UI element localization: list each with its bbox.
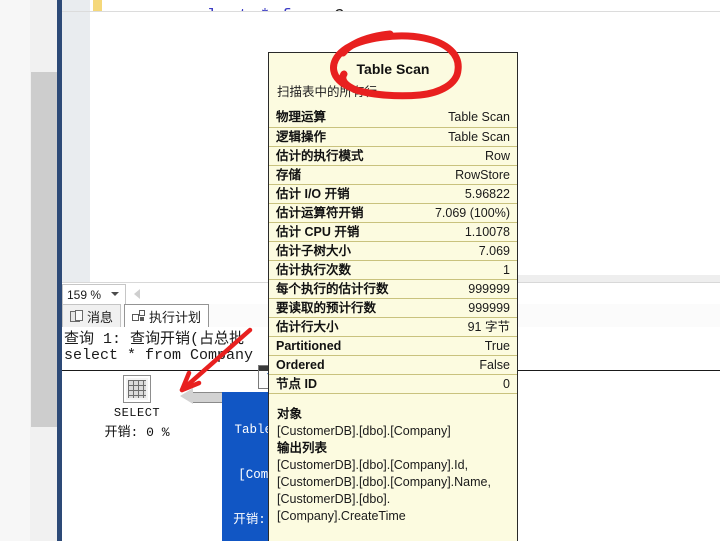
tooltip-row-key: 每个执行的估计行数 bbox=[269, 279, 393, 299]
tooltip-row: Partitioned True bbox=[269, 336, 517, 356]
tooltip-row: Ordered False bbox=[269, 355, 517, 375]
tab-execution-plan-label: 执行计划 bbox=[149, 309, 202, 325]
tooltip-object-label: 对象 bbox=[277, 406, 303, 421]
tooltip-row: 物理运算 Table Scan bbox=[269, 108, 517, 128]
tooltip-object-value: [CustomerDB].[dbo].[Company] bbox=[277, 423, 451, 438]
zoom-level-dropdown[interactable]: 159 % bbox=[62, 284, 126, 305]
tooltip-row-value: True bbox=[393, 336, 517, 356]
tooltip-row-key: Partitioned bbox=[269, 336, 393, 356]
editor-bottom-hairline bbox=[62, 11, 720, 12]
tooltip-row: 估计 CPU 开销 1.10078 bbox=[269, 222, 517, 242]
message-icon bbox=[70, 310, 83, 322]
tooltip-row-key: 估计的执行模式 bbox=[269, 146, 393, 166]
tooltip-description: 扫描表中的所有行 bbox=[277, 85, 378, 99]
tooltip-row-value: 7.069 (100%) bbox=[393, 203, 517, 223]
tooltip-row: 存储 RowStore bbox=[269, 165, 517, 185]
plan-connector-arrowhead bbox=[180, 388, 193, 404]
tooltip-row: 逻辑操作 Table Scan bbox=[269, 127, 517, 147]
tooltip-output-label: 输出列表 bbox=[277, 440, 328, 455]
tab-messages-label: 消息 bbox=[87, 309, 114, 325]
plan-node-select-title: SELECT bbox=[113, 406, 161, 420]
tooltip-row-key: 估计运算符开销 bbox=[269, 203, 393, 223]
tooltip-row-key: 估计 CPU 开销 bbox=[269, 222, 393, 242]
window-left-margin bbox=[0, 0, 30, 541]
app-root: select * from Company 159 % 消息 执行计划 查询 1… bbox=[0, 0, 720, 541]
chevron-down-icon[interactable] bbox=[111, 292, 119, 296]
grid-table-icon bbox=[123, 375, 151, 403]
tooltip-row: 估计的执行模式 Row bbox=[269, 146, 517, 166]
tooltip-row-value: 1 bbox=[393, 260, 517, 280]
plan-node-select-cost: 开销: 0 % bbox=[104, 425, 170, 440]
tooltip-row-value: 0 bbox=[393, 374, 517, 394]
plan-icon bbox=[132, 310, 145, 322]
tooltip-row: 估计执行次数 1 bbox=[269, 260, 517, 280]
tab-execution-plan[interactable]: 执行计划 bbox=[124, 304, 210, 327]
tooltip-row-key: 估计行大小 bbox=[269, 317, 393, 337]
tooltip-properties-table: 物理运算 Table Scan 逻辑操作 Table Scan 估计的执行模式 Row 存储… bbox=[269, 108, 517, 394]
table-scan-tooltip: Table Scan 扫描表中的所有行 物理运算 Table Scan 逻辑操作 Ta… bbox=[268, 52, 518, 541]
editor-gutter bbox=[62, 0, 90, 282]
plan-node-select[interactable]: SELECT 开销: 0 % bbox=[82, 375, 192, 440]
tooltip-row-key: 估计 I/O 开销 bbox=[269, 184, 393, 204]
triangle-left-icon[interactable] bbox=[134, 289, 140, 299]
tooltip-row-key: 节点 ID bbox=[269, 374, 393, 394]
tooltip-row: 估计 I/O 开销 5.96822 bbox=[269, 184, 517, 204]
tooltip-title: Table Scan bbox=[356, 61, 430, 77]
tooltip-row-value: 1.10078 bbox=[393, 222, 517, 242]
tooltip-row-value: 5.96822 bbox=[393, 184, 517, 204]
tooltip-row-value: RowStore bbox=[393, 165, 517, 185]
tooltip-row-value: Row bbox=[393, 146, 517, 166]
tooltip-row: 每个执行的估计行数 999999 bbox=[269, 279, 517, 299]
tooltip-row-value: 7.069 bbox=[393, 241, 517, 261]
plan-query-sql: select * from Company bbox=[64, 347, 254, 364]
outer-scrollbar-thumb[interactable] bbox=[31, 72, 57, 427]
tooltip-row-value: 91 字节 bbox=[393, 317, 517, 337]
tooltip-row-key: 估计子树大小 bbox=[269, 241, 393, 261]
tooltip-row: 估计子树大小 7.069 bbox=[269, 241, 517, 261]
tooltip-spacer bbox=[269, 394, 517, 406]
tooltip-row-value: 999999 bbox=[393, 298, 517, 318]
tooltip-row-value: Table Scan bbox=[393, 127, 517, 147]
tooltip-row: 估计行大小 91 字节 bbox=[269, 317, 517, 337]
tooltip-row: 要读取的预计行数 999999 bbox=[269, 298, 517, 318]
tab-messages[interactable]: 消息 bbox=[62, 304, 122, 327]
zoom-level-value: 159 % bbox=[67, 287, 102, 302]
tooltip-row: 节点 ID 0 bbox=[269, 374, 517, 394]
tooltip-row-key: 估计执行次数 bbox=[269, 260, 393, 280]
tooltip-row-value: Table Scan bbox=[393, 108, 517, 128]
tooltip-row: 估计运算符开销 7.069 (100%) bbox=[269, 203, 517, 223]
tooltip-row-value: False bbox=[393, 355, 517, 375]
tooltip-row-key: 物理运算 bbox=[269, 108, 393, 128]
tooltip-row-key: 逻辑操作 bbox=[269, 127, 393, 147]
tooltip-row-key: 存储 bbox=[269, 165, 393, 185]
tooltip-row-key: 要读取的预计行数 bbox=[269, 298, 393, 318]
tooltip-row-value: 999999 bbox=[393, 279, 517, 299]
plan-query-header: 查询 1: 查询开销(占总批 bbox=[64, 331, 245, 348]
tooltip-row-key: Ordered bbox=[269, 355, 393, 375]
tooltip-output-value: [CustomerDB].[dbo].[Company].Id, [Custom… bbox=[277, 457, 491, 523]
